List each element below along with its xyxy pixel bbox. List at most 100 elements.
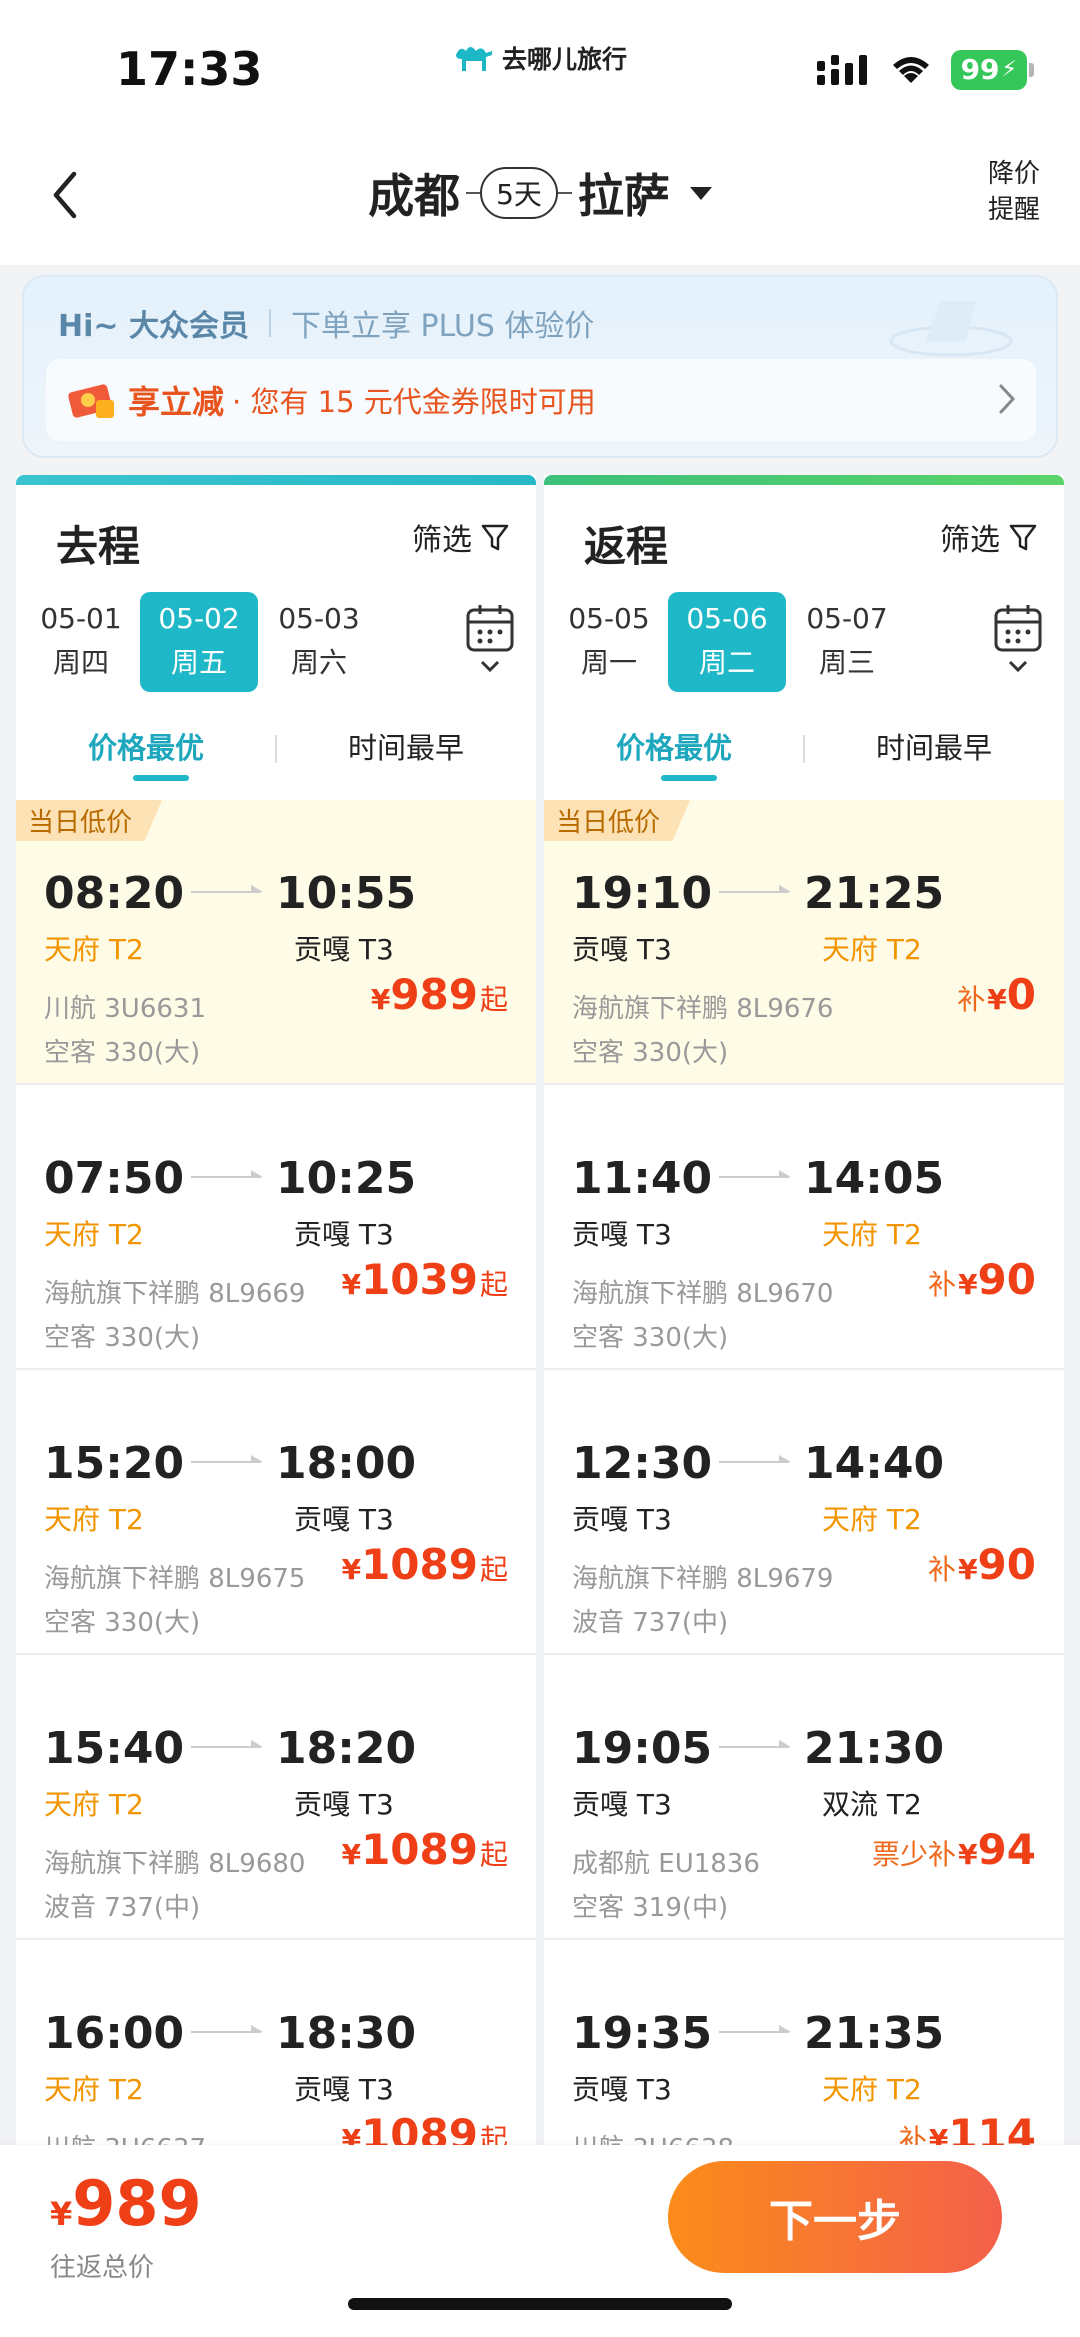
origin-city: 成都 xyxy=(368,169,461,223)
price-suffix: 起 xyxy=(479,1553,508,1586)
member-promo-banner: Hi~ 大众会员 下单立享 PLUS 体验价 享立减 · 您有 15 元代金券限… xyxy=(22,275,1058,458)
flight-card[interactable]: 19:05 21:30 贡嘎 T3 双流 T2 成都航 EU1836 空客 319(中) 票… xyxy=(544,1655,1064,1940)
sort-price-tab[interactable]: 价格最优 xyxy=(544,725,804,767)
weekday-label: 周六 xyxy=(290,646,347,679)
arrival-airport: 贡嘎 T3 xyxy=(294,1218,394,1251)
arrival-time: 18:20 xyxy=(276,1723,417,1774)
outbound-filter-button[interactable]: 筛选 xyxy=(412,515,510,559)
flight-price: ¥1089 起 xyxy=(342,2110,508,2145)
arrival-time: 21:35 xyxy=(804,2008,945,2059)
price-suffix: 起 xyxy=(479,1838,508,1871)
outbound-sort-tabs: 价格最优 时间最早 xyxy=(16,725,536,795)
flight-card[interactable]: 12:30 14:40 贡嘎 T3 天府 T2 海航旗下祥鹏 8L9679 波音 737(… xyxy=(544,1370,1064,1655)
outbound-column: 去程 筛选 05-01 周四 05-02 周五 05-03 周六 价格最优 时间… xyxy=(16,475,536,2145)
return-column: 返程 筛选 05-05 周一 05-06 周二 05-07 周三 价格最优 时间… xyxy=(544,475,1064,2145)
price-amount: 1039 xyxy=(361,1255,478,1304)
departure-airport: 天府 T2 xyxy=(44,1788,144,1821)
outbound-flight-list: 当日低价 08:20 10:55 天府 T2 贡嘎 T3 川航 3U6631 空客 330(… xyxy=(16,800,536,2145)
app-name: 去哪儿旅行 xyxy=(502,45,628,74)
date-tab-selected[interactable]: 05-06 周二 xyxy=(668,592,786,692)
flight-price: 补 ¥0 xyxy=(957,970,1036,1019)
route-selector[interactable]: 成都 5天 拉萨 xyxy=(0,160,1080,226)
outbound-date-selector: 05-01 周四 05-02 周五 05-03 周六 xyxy=(16,592,536,692)
date-tab[interactable]: 05-01 周四 xyxy=(22,592,140,692)
coupon-bar[interactable]: 享立减 · 您有 15 元代金券限时可用 xyxy=(46,359,1036,441)
home-indicator xyxy=(348,2298,732,2310)
next-step-button[interactable]: 下一步 xyxy=(668,2161,1002,2273)
flight-card[interactable]: 07:50 10:25 天府 T2 贡嘎 T3 海航旗下祥鹏 8L9669 空客 330(… xyxy=(16,1085,536,1370)
arrival-time: 10:55 xyxy=(276,868,417,919)
member-benefit: 下单立享 PLUS 体验价 xyxy=(290,309,595,344)
date-tab[interactable]: 05-03 周六 xyxy=(260,592,378,692)
flight-price: ¥1089 起 xyxy=(342,1540,508,1589)
price-amount: 0 xyxy=(1006,970,1036,1019)
price-amount: 94 xyxy=(977,1825,1036,1874)
status-bar: 17:33 去哪儿旅行 99 ⚡ xyxy=(0,0,1080,130)
flight-card[interactable]: 19:35 21:35 贡嘎 T3 天府 T2 川航 3U6638 补¥114 xyxy=(544,1940,1064,2145)
arrow-icon xyxy=(191,885,263,893)
trip-days-badge: 5天 xyxy=(480,167,558,219)
flight-card[interactable]: 16:00 18:30 天府 T2 贡嘎 T3 川航 3U6637 ¥1089起 xyxy=(16,1940,536,2145)
return-filter-button[interactable]: 筛选 xyxy=(940,515,1038,559)
flight-card[interactable]: 当日低价 08:20 10:55 天府 T2 贡嘎 T3 川航 3U6631 空客 330(… xyxy=(16,800,536,1085)
sort-price-tab[interactable]: 价格最优 xyxy=(16,725,276,767)
price-currency: ¥ xyxy=(928,2123,949,2145)
aircraft-type: 空客 330(大) xyxy=(572,1323,729,1353)
price-amount: 1089 xyxy=(361,1540,478,1589)
departure-time: 16:00 xyxy=(44,2008,185,2059)
departure-time: 19:10 xyxy=(572,868,713,919)
filter-label: 筛选 xyxy=(940,523,1000,558)
arrival-time: 21:25 xyxy=(804,868,945,919)
gift-decoration-icon xyxy=(889,301,1013,357)
departure-time: 11:40 xyxy=(572,1153,713,1204)
date-tab[interactable]: 05-05 周一 xyxy=(550,592,668,692)
weekday-label: 周四 xyxy=(52,646,109,679)
price-alert-button[interactable]: 降价 提醒 xyxy=(984,156,1044,228)
return-flight-list: 当日低价 19:10 21:25 贡嘎 T3 天府 T2 海航旗下祥鹏 8L9676 空客 … xyxy=(544,800,1064,2145)
airline-flight-number: 海航旗下祥鹏 8L9670 xyxy=(572,1279,834,1309)
price-note: 补 xyxy=(928,1553,957,1586)
departure-time: 08:20 xyxy=(44,868,185,919)
flight-card[interactable]: 当日低价 19:10 21:25 贡嘎 T3 天府 T2 海航旗下祥鹏 8L9676 空客 … xyxy=(544,800,1064,1085)
signal-icon xyxy=(816,55,867,85)
date-label: 05-05 xyxy=(568,602,650,635)
sort-time-tab[interactable]: 时间最早 xyxy=(804,725,1064,767)
airline-flight-number: 海航旗下祥鹏 8L9679 xyxy=(572,1564,834,1594)
chevron-right-icon xyxy=(999,384,1016,414)
arrival-airport: 双流 T2 xyxy=(822,1788,922,1821)
price-amount: 90 xyxy=(977,1540,1036,1589)
flight-card[interactable]: 11:40 14:05 贡嘎 T3 天府 T2 海航旗下祥鹏 8L9670 空客 330(… xyxy=(544,1085,1064,1370)
price-note: 票少补 xyxy=(872,1838,957,1871)
header: 成都 5天 拉萨 降价 提醒 xyxy=(0,130,1080,265)
departure-time: 15:20 xyxy=(44,1438,185,1489)
weekday-label: 周三 xyxy=(818,646,875,679)
member-level: Hi~ 大众会员 xyxy=(58,309,249,344)
airline-flight-number: 海航旗下祥鹏 8L9669 xyxy=(44,1279,306,1309)
sort-time-tab[interactable]: 时间最早 xyxy=(276,725,536,767)
departure-time: 07:50 xyxy=(44,1153,185,1204)
price-currency: ¥ xyxy=(341,2123,362,2145)
calendar-icon[interactable] xyxy=(988,600,1048,680)
arrival-airport: 贡嘎 T3 xyxy=(294,1788,394,1821)
arrival-airport: 贡嘎 T3 xyxy=(294,2073,394,2106)
flight-card[interactable]: 15:40 18:20 天府 T2 贡嘎 T3 海航旗下祥鹏 8L9680 波音 737(… xyxy=(16,1655,536,1940)
flight-price: 补 ¥114 xyxy=(899,2110,1036,2145)
app-logo: 去哪儿旅行 xyxy=(452,40,627,76)
flight-price: ¥1039 起 xyxy=(342,1255,508,1304)
airline-flight-number: 海航旗下祥鹏 8L9675 xyxy=(44,1564,306,1594)
date-tab[interactable]: 05-07 周三 xyxy=(788,592,906,692)
price-currency: ¥ xyxy=(958,1553,978,1586)
flight-card[interactable]: 15:20 18:00 天府 T2 贡嘎 T3 海航旗下祥鹏 8L9675 空客 330(… xyxy=(16,1370,536,1655)
return-title: 返程 xyxy=(584,522,669,571)
date-tab-selected[interactable]: 05-02 周五 xyxy=(140,592,258,692)
price-note: 补 xyxy=(898,2123,927,2145)
coupon-highlight: 享立减 xyxy=(128,383,225,421)
airline-flight-number: 川航 3U6637 xyxy=(44,2128,206,2145)
aircraft-type: 空客 330(大) xyxy=(44,1323,201,1353)
calendar-icon[interactable] xyxy=(460,600,520,680)
price-note: 补 xyxy=(928,1268,957,1301)
departure-time: 19:35 xyxy=(572,2008,713,2059)
coupon-message: · 您有 15 元代金券限时可用 xyxy=(232,385,596,419)
arrow-icon xyxy=(719,2025,791,2033)
aircraft-type: 波音 737(中) xyxy=(572,1608,729,1638)
